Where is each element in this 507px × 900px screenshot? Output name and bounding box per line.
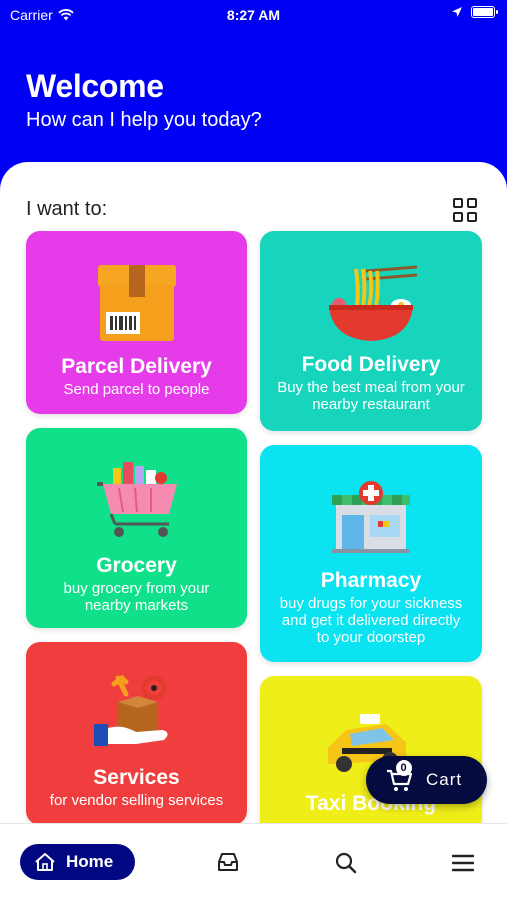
cart-label: Cart xyxy=(426,770,463,789)
service-card-grocery[interactable]: Grocery buy grocery from your nearby mar… xyxy=(26,428,247,628)
cart-count-badge: 0 xyxy=(396,760,412,776)
service-title-services: Services xyxy=(93,766,180,789)
cart-button[interactable]: 0 Cart xyxy=(366,756,487,804)
shopping-cart-icon xyxy=(96,462,177,537)
service-desc-parcel: Send parcel to people xyxy=(63,381,210,398)
nav-home-label: Home xyxy=(66,852,114,871)
nav-home-button[interactable]: Home xyxy=(20,844,135,880)
service-desc-services: for vendor selling services xyxy=(49,792,224,809)
status-bar: Carrier 8:27 AM xyxy=(0,0,507,30)
service-title-food: Food Delivery xyxy=(301,353,441,376)
service-desc-grocery: buy grocery from your nearby markets xyxy=(63,580,210,614)
service-hand-box-icon xyxy=(93,674,168,746)
search-icon[interactable] xyxy=(335,852,357,874)
service-desc-pharmacy: buy drugs for your sickness and get it d… xyxy=(279,595,463,646)
welcome-header: Welcome How can I help you today? xyxy=(26,68,262,132)
service-card-pharmacy[interactable]: Pharmacy buy drugs for your sickness and… xyxy=(260,445,482,662)
parcel-box-icon xyxy=(97,265,176,341)
service-title-parcel: Parcel Delivery xyxy=(61,355,212,378)
service-card-parcel[interactable]: Parcel Delivery Send parcel to people xyxy=(26,231,247,414)
service-desc-food: Buy the best meal from your nearby resta… xyxy=(277,379,465,413)
menu-icon[interactable] xyxy=(452,854,474,872)
welcome-title: Welcome xyxy=(26,68,164,104)
home-icon xyxy=(35,853,55,871)
service-title-pharmacy: Pharmacy xyxy=(320,569,422,592)
cart-icon: 0 xyxy=(386,760,413,792)
service-card-services[interactable]: Services for vendor selling services xyxy=(26,642,247,825)
status-time: 8:27 AM xyxy=(226,7,281,23)
service-title-grocery: Grocery xyxy=(96,554,177,577)
battery-icon xyxy=(471,6,498,18)
orders-tray-icon[interactable] xyxy=(217,852,239,872)
section-label: I want to: xyxy=(26,198,108,220)
pharmacy-store-icon xyxy=(332,481,410,553)
noodle-bowl-icon xyxy=(329,265,418,341)
grid-view-icon[interactable] xyxy=(453,198,477,222)
welcome-subtitle: How can I help you today? xyxy=(26,109,262,131)
bottom-nav: Home xyxy=(0,823,507,900)
location-arrow-icon xyxy=(452,7,462,17)
service-card-food[interactable]: Food Delivery Buy the best meal from you… xyxy=(260,231,482,431)
